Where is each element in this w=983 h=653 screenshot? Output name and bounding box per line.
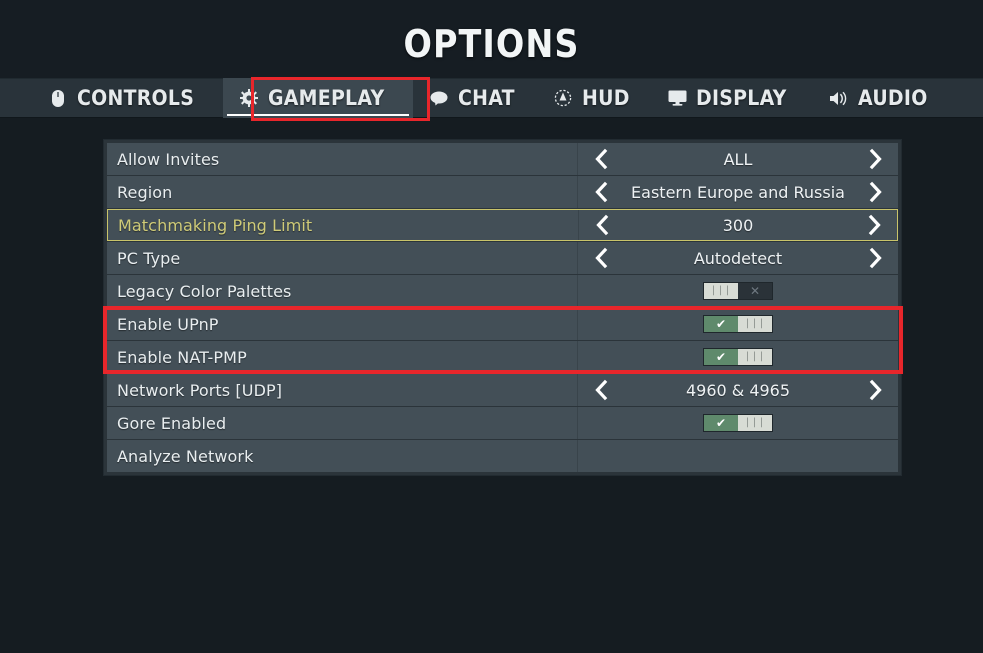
option-value: 300 xyxy=(722,215,754,235)
grip-icon: ||| xyxy=(744,417,766,428)
check-icon: ✔ xyxy=(715,350,727,364)
tab-label: CONTROLS xyxy=(76,86,194,110)
option-label: Enable NAT-PMP xyxy=(117,347,247,367)
option-value: Autodetect xyxy=(693,248,783,268)
option-control: Eastern Europe and Russia xyxy=(577,176,898,208)
speech-bubble-icon xyxy=(429,88,449,108)
option-control: 4960 & 4965 xyxy=(577,374,898,406)
tab-hud[interactable]: HUD xyxy=(537,78,651,118)
tab-display[interactable]: DISPLAY xyxy=(651,78,813,118)
chevron-left-icon[interactable] xyxy=(590,181,612,203)
chevron-right-icon[interactable] xyxy=(864,247,886,269)
toggle-on-half: ✔ xyxy=(704,349,738,365)
option-label: Allow Invites xyxy=(117,149,220,169)
options-tab-bar: CONTROLS GAMEPLAY CHAT HUD DISPLAY AUDIO xyxy=(0,78,983,118)
chevron-right-icon[interactable] xyxy=(863,214,885,236)
chevron-right-icon[interactable] xyxy=(864,379,886,401)
toggle-on-half: ✔ xyxy=(704,415,738,431)
spinner-control: 4960 & 4965 xyxy=(578,374,898,406)
toggle-knob: ||| xyxy=(738,316,772,332)
tab-chat[interactable]: CHAT xyxy=(413,78,537,118)
spinner-control: Autodetect xyxy=(578,242,898,274)
tab-label: DISPLAY xyxy=(696,86,787,110)
gameplay-options-panel: Allow Invites ALL Region Eastern Europe and… xyxy=(103,139,902,476)
check-icon: ✔ xyxy=(715,317,727,331)
option-label: Legacy Color Palettes xyxy=(117,281,292,301)
tab-controls[interactable]: CONTROLS xyxy=(32,78,223,118)
mouse-icon xyxy=(48,88,68,108)
option-control: 300 xyxy=(578,210,897,240)
toggle-on-half: ✔ xyxy=(704,316,738,332)
toggle-knob: ||| xyxy=(738,349,772,365)
tab-label: AUDIO xyxy=(858,86,928,110)
grip-icon: ||| xyxy=(744,318,766,329)
toggle-knob: ||| xyxy=(704,283,738,299)
tab-label: GAMEPLAY xyxy=(267,86,385,110)
spinner-control: 300 xyxy=(579,210,897,240)
option-row-legacy-color-palettes[interactable]: Legacy Color Palettes ||| ✕ xyxy=(107,275,898,307)
option-label: PC Type xyxy=(117,248,181,268)
gear-icon xyxy=(239,88,259,108)
option-label: Gore Enabled xyxy=(117,413,227,433)
option-label: Analyze Network xyxy=(117,446,254,466)
option-control xyxy=(577,440,898,472)
option-control: ||| ✕ xyxy=(577,275,898,307)
toggle-off-half: ✕ xyxy=(738,283,772,299)
option-value: Eastern Europe and Russia xyxy=(631,182,845,202)
option-control: ✔ ||| xyxy=(577,341,898,373)
monitor-icon xyxy=(667,88,687,108)
option-control: ✔ ||| xyxy=(577,407,898,439)
crosshair-icon xyxy=(553,88,573,108)
toggle-switch-off[interactable]: ||| ✕ xyxy=(703,282,773,300)
chevron-right-icon[interactable] xyxy=(864,148,886,170)
tab-label: CHAT xyxy=(458,86,516,110)
option-row-enable-nat-pmp[interactable]: Enable NAT-PMP ✔ ||| xyxy=(107,341,898,373)
option-label: Enable UPnP xyxy=(117,314,219,334)
option-row-matchmaking-ping-limit[interactable]: Matchmaking Ping Limit 300 xyxy=(107,209,898,241)
option-row-pc-type[interactable]: PC Type Autodetect xyxy=(107,242,898,274)
option-row-region[interactable]: Region Eastern Europe and Russia xyxy=(107,176,898,208)
tab-label: HUD xyxy=(582,86,630,110)
cross-icon: ✕ xyxy=(749,284,761,298)
chevron-left-icon[interactable] xyxy=(590,247,612,269)
grip-icon: ||| xyxy=(744,351,766,362)
toggle-switch-on[interactable]: ✔ ||| xyxy=(703,315,773,333)
check-icon: ✔ xyxy=(715,416,727,430)
speaker-icon xyxy=(829,88,849,108)
title-bar: OPTIONS xyxy=(0,0,983,78)
toggle-knob: ||| xyxy=(738,415,772,431)
option-control: ✔ ||| xyxy=(577,308,898,340)
option-value: 4960 & 4965 xyxy=(685,380,791,400)
option-row-network-ports-udp[interactable]: Network Ports [UDP] 4960 & 4965 xyxy=(107,374,898,406)
grip-icon: ||| xyxy=(710,285,732,296)
option-control: ALL xyxy=(577,143,898,175)
tab-audio[interactable]: AUDIO xyxy=(813,78,951,118)
chevron-right-icon[interactable] xyxy=(864,181,886,203)
toggle-switch-on[interactable]: ✔ ||| xyxy=(703,414,773,432)
option-control: Autodetect xyxy=(577,242,898,274)
option-value: ALL xyxy=(723,149,753,169)
chevron-left-icon[interactable] xyxy=(590,379,612,401)
option-label: Region xyxy=(117,182,173,202)
chevron-left-icon[interactable] xyxy=(591,214,613,236)
option-row-enable-upnp[interactable]: Enable UPnP ✔ ||| xyxy=(107,308,898,340)
chevron-left-icon[interactable] xyxy=(590,148,612,170)
option-row-gore-enabled[interactable]: Gore Enabled ✔ ||| xyxy=(107,407,898,439)
spinner-control: ALL xyxy=(578,143,898,175)
page-title: OPTIONS xyxy=(403,22,580,66)
option-row-analyze-network[interactable]: Analyze Network xyxy=(107,440,898,472)
option-row-allow-invites[interactable]: Allow Invites ALL xyxy=(107,143,898,175)
tab-gameplay[interactable]: GAMEPLAY xyxy=(222,78,414,118)
option-label: Matchmaking Ping Limit xyxy=(118,215,313,235)
toggle-switch-on[interactable]: ✔ ||| xyxy=(703,348,773,366)
option-label: Network Ports [UDP] xyxy=(117,380,283,400)
spinner-control: Eastern Europe and Russia xyxy=(578,176,898,208)
